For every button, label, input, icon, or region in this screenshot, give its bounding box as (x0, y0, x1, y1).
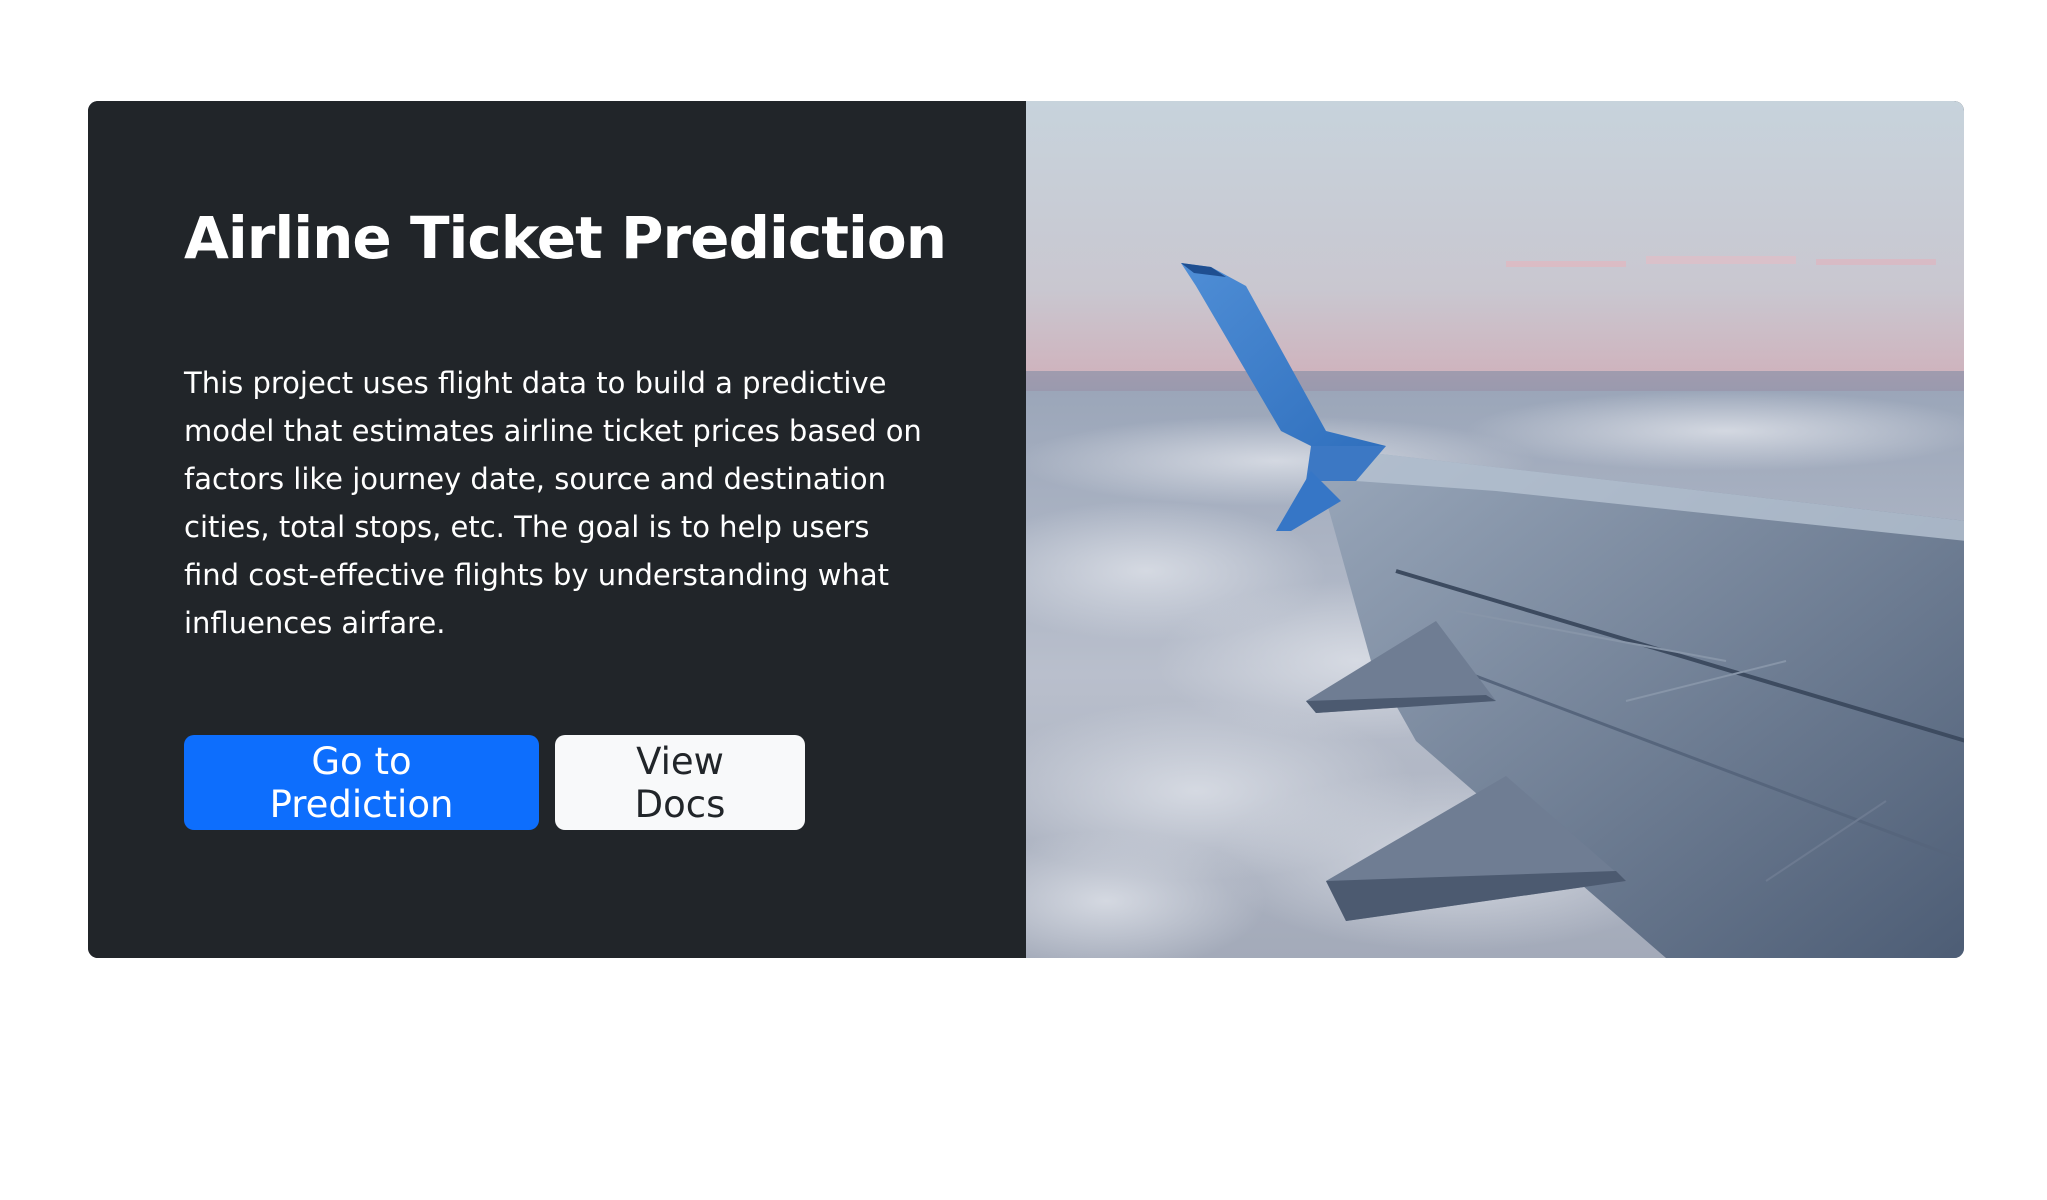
view-docs-button[interactable]: View Docs (555, 735, 805, 830)
go-to-prediction-button[interactable]: Go to Prediction (184, 735, 539, 830)
hero-card: Airline Ticket Prediction This project u… (88, 101, 1964, 958)
hero-text-panel: Airline Ticket Prediction This project u… (88, 101, 1026, 958)
hero-image (1026, 101, 1964, 958)
airplane-wing-image (1026, 101, 1964, 958)
hero-description: This project uses flight data to build a… (184, 366, 922, 640)
hero-actions: Go to Prediction View Docs (184, 735, 805, 830)
hero-title: Airline Ticket Prediction (184, 204, 947, 272)
